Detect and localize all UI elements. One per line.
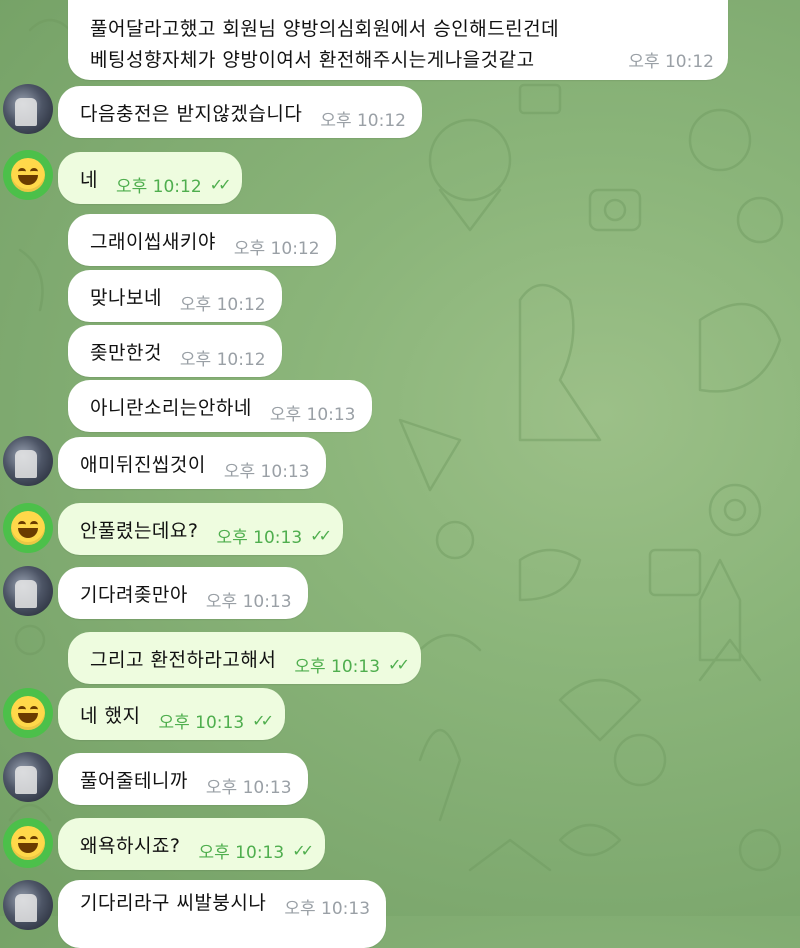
message-text: 기다리라구 씨발붕시나 [80,892,267,914]
message-time: 오후 10:13 [223,461,310,482]
laughing-emoji-icon [11,826,45,860]
message-time: 오후 10:12 [179,294,266,315]
laughing-emoji-icon [11,158,45,192]
message-bubble[interactable]: 그래이씹새키야 오후 10:12 [68,214,336,266]
message-time: 오후 10:12 [628,52,714,72]
self-emoji-avatar[interactable] [3,150,53,200]
double-check-icon: ✓✓ [310,525,332,545]
message-time: 오후 10:13 [216,527,303,548]
message-text: 그리고 환전하라고해서 [90,648,277,671]
message-bubble[interactable]: 맞나보네 오후 10:12 [68,270,282,322]
message-text: 좆만한것 [90,341,162,364]
message-time: 오후 10:13 [269,404,356,425]
double-check-icon: ✓✓ [209,174,232,194]
message-time: 오후 10:13 [284,899,371,919]
message-text: 풀어줄테니까 [80,769,188,792]
message-time: 오후 10:13 [205,591,292,612]
message-text: 애미뒤진씹것이 [80,453,206,476]
message-text: 맞나보네 [90,286,162,309]
message-text: 안풀렸는데요? [80,519,199,542]
message-text: 왜욕하시죠? [80,834,181,857]
self-emoji-avatar[interactable] [3,503,53,553]
double-check-icon: ✓✓ [292,840,314,860]
contact-avatar[interactable] [3,880,53,930]
message-bubble[interactable]: 다음충전은 받지않겠습니다 오후 10:12 [58,86,422,138]
message-bubble[interactable]: 좆만한것 오후 10:12 [68,325,282,377]
message-bubble[interactable]: 기다리라구 씨발붕시나 오후 10:13 [58,880,387,948]
double-check-icon: ✓✓ [388,654,410,674]
message-time: 오후 10:12 [115,176,202,197]
contact-avatar[interactable] [3,566,53,616]
message-bubble[interactable]: 풀어달라고했고 회원님 양방의심회원에서 승인해드린건데 베팅성향자체가 양방이… [68,0,728,80]
self-emoji-avatar[interactable] [3,818,53,868]
message-text: 네 했지 [80,704,141,727]
contact-avatar[interactable] [3,752,53,802]
double-check-icon: ✓✓ [252,710,274,730]
message-text-line: 풀어달라고했고 회원님 양방의심회원에서 승인해드린건데 [90,18,560,40]
message-text: 기다려좆만아 [80,583,188,606]
message-time: 오후 10:12 [233,238,320,259]
message-bubble[interactable]: 애미뒤진씹것이 오후 10:13 [58,437,326,489]
laughing-emoji-icon [11,696,45,730]
contact-avatar[interactable] [3,84,53,134]
message-bubble-outgoing[interactable]: 네 했지 오후 10:13 ✓✓ [58,688,285,740]
laughing-emoji-icon [11,511,45,545]
message-bubble[interactable]: 풀어줄테니까 오후 10:13 [58,753,308,805]
message-bubble-outgoing[interactable]: 왜욕하시죠? 오후 10:13 ✓✓ [58,818,325,870]
message-time: 오후 10:13 [205,777,292,798]
message-time: 오후 10:13 [294,656,381,677]
message-time: 오후 10:13 [158,712,245,733]
message-bubble[interactable]: 기다려좆만아 오후 10:13 [58,567,308,619]
message-text: 다음충전은 받지않겠습니다 [80,102,303,125]
message-time: 오후 10:12 [179,349,266,370]
message-text: 그래이씹새키야 [90,230,216,253]
message-bubble-outgoing[interactable]: 안풀렸는데요? 오후 10:13 ✓✓ [58,503,343,555]
message-time: 오후 10:12 [320,110,406,131]
message-text: 네 [80,168,98,191]
message-bubble[interactable]: 아니란소리는안하네 오후 10:13 [68,380,372,432]
contact-avatar[interactable] [3,436,53,486]
message-text: 아니란소리는안하네 [90,396,252,419]
message-bubble-outgoing[interactable]: 그리고 환전하라고해서 오후 10:13 ✓✓ [68,632,421,684]
message-text-line: 베팅성향자체가 양방이여서 환전해주시는게나을것같고 [90,49,535,71]
self-emoji-avatar[interactable] [3,688,53,738]
message-time: 오후 10:13 [198,842,285,863]
message-bubble-outgoing[interactable]: 네 오후 10:12 ✓✓ [58,152,243,204]
